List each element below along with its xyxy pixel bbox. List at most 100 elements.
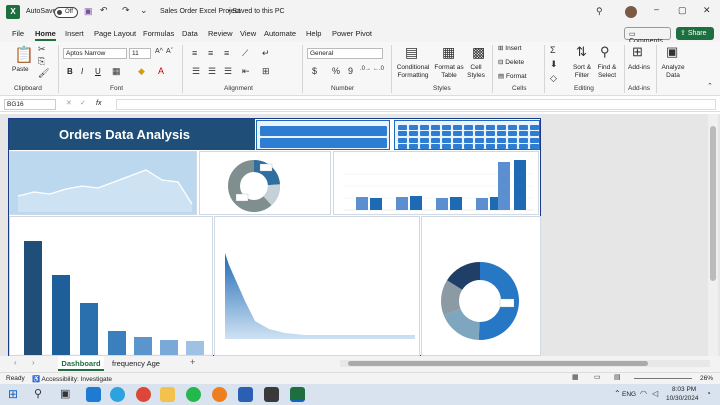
slicer-button[interactable] — [530, 137, 539, 143]
slicer-grid[interactable] — [394, 120, 540, 150]
slicer-button[interactable] — [497, 131, 506, 137]
slicer-button[interactable] — [508, 137, 517, 143]
confirm-entry-icon[interactable]: ✓ — [80, 99, 86, 107]
word-icon[interactable] — [238, 387, 253, 402]
sheet-tab-dashboard[interactable]: Dashboard — [58, 356, 104, 371]
slicer-button[interactable] — [497, 143, 506, 149]
language-indicator[interactable]: ENG — [622, 391, 636, 398]
tab-home[interactable]: Home — [35, 29, 56, 41]
slicer-button[interactable] — [431, 143, 440, 149]
search-icon[interactable]: ⚲ — [596, 6, 603, 17]
tab-power-pivot[interactable]: Power Pivot — [332, 29, 372, 38]
formula-input[interactable] — [116, 99, 716, 110]
align-left-icon[interactable]: ☰ — [192, 66, 200, 77]
slicer-button[interactable] — [409, 125, 418, 130]
vertical-scrollbar[interactable] — [708, 114, 718, 356]
file-explorer-icon[interactable] — [160, 387, 175, 402]
wifi-icon[interactable]: ◠ — [640, 389, 647, 398]
slicer-button[interactable] — [398, 125, 407, 130]
slicer-button[interactable] — [508, 143, 517, 149]
autosum-icon[interactable]: Σ — [550, 45, 556, 55]
comments-button[interactable]: ▭ Comments — [624, 27, 671, 45]
add-sheet-icon[interactable]: + — [190, 357, 195, 367]
close-icon[interactable]: ✕ — [703, 5, 711, 16]
insert-cells-button[interactable]: ⊞ Insert — [498, 45, 522, 53]
slicer-button[interactable] — [398, 143, 407, 149]
normal-view-icon[interactable]: ▦ — [572, 373, 579, 381]
tab-automate[interactable]: Automate — [264, 29, 296, 38]
slicer-button[interactable] — [409, 137, 418, 143]
align-right-icon[interactable]: ☰ — [224, 66, 232, 77]
find-select-button[interactable]: Find & Select — [595, 64, 619, 80]
slicer-button[interactable] — [475, 143, 484, 149]
conditional-formatting-icon[interactable]: ▤ — [405, 44, 418, 61]
slicer-button[interactable] — [519, 137, 528, 143]
tab-file[interactable]: File — [12, 29, 24, 38]
slicer-button[interactable] — [464, 143, 473, 149]
slicer-button[interactable] — [431, 137, 440, 143]
slicer-button[interactable] — [453, 131, 462, 137]
firefox-icon[interactable] — [212, 387, 227, 402]
slicer-button[interactable] — [464, 125, 473, 130]
format-as-table-icon[interactable]: ▦ — [442, 44, 455, 61]
wrap-text-icon[interactable]: ↵ — [262, 48, 270, 59]
maximize-icon[interactable]: ▢ — [678, 5, 687, 16]
orientation-icon[interactable]: ⟋ — [242, 48, 248, 59]
align-center-icon[interactable]: ☰ — [208, 66, 216, 77]
analyze-data-icon[interactable]: ▣ — [666, 44, 678, 60]
sort-filter-icon[interactable]: ⇅ — [576, 44, 587, 60]
indent-icon[interactable]: ⇤ — [242, 66, 250, 77]
slicer-button[interactable] — [431, 131, 440, 137]
slicer-button[interactable] — [497, 125, 506, 130]
slicer-button[interactable] — [409, 143, 418, 149]
currency-icon[interactable]: $ — [312, 66, 317, 76]
cell-styles-icon[interactable]: ▩ — [472, 44, 485, 61]
font-name-select[interactable]: Aptos Narrow — [63, 48, 127, 59]
taskbar-search-icon[interactable]: ⚲ — [34, 387, 42, 400]
decimal-decrease-icon[interactable]: ←.0 — [373, 66, 384, 72]
minimize-icon[interactable]: – — [654, 4, 659, 14]
next-sheet-icon[interactable]: › — [32, 358, 35, 367]
tab-data[interactable]: Data — [182, 29, 198, 38]
slicer-button[interactable] — [508, 131, 517, 137]
slicer-button[interactable] — [442, 143, 451, 149]
redo-icon[interactable]: ↷ — [122, 5, 130, 16]
number-format-select[interactable]: General — [307, 48, 383, 59]
slicer-button[interactable] — [420, 131, 429, 137]
avatar[interactable] — [625, 6, 637, 18]
clear-icon[interactable]: ◇ — [550, 73, 557, 84]
ribbon-collapse-icon[interactable]: ⌃ — [707, 82, 713, 90]
slicer-button[interactable] — [453, 125, 462, 130]
slicer-button[interactable] — [420, 125, 429, 130]
paste-icon[interactable]: 📋 — [14, 45, 34, 65]
slicer-button[interactable] — [453, 137, 462, 143]
undo-icon[interactable]: ↶ — [100, 5, 108, 16]
slicer-button[interactable] — [530, 131, 539, 137]
slicer-button[interactable] — [409, 131, 418, 137]
slicer-button[interactable] — [442, 125, 451, 130]
decrease-font-icon[interactable]: Aˇ — [166, 48, 173, 55]
slicer-button[interactable] — [464, 137, 473, 143]
slicer-button[interactable] — [431, 125, 440, 130]
slicer-button[interactable] — [530, 143, 539, 149]
cell-styles-button[interactable]: Cell Styles — [466, 64, 486, 80]
format-cells-button[interactable]: ▤ Format — [498, 73, 527, 81]
volume-icon[interactable]: ◁ — [652, 389, 658, 398]
notification-icon[interactable]: ◔ — [706, 389, 711, 398]
share-button[interactable]: ⇪ Share — [676, 27, 714, 40]
slicer-button[interactable] — [464, 131, 473, 137]
find-select-icon[interactable]: ⚲ — [600, 44, 610, 60]
tab-view[interactable]: View — [240, 29, 256, 38]
accessibility-status[interactable]: ♿ Accessibility: Investigate — [32, 375, 112, 383]
slicer-button[interactable] — [475, 137, 484, 143]
conditional-formatting-button[interactable]: Conditional Formatting — [395, 64, 431, 80]
delete-cells-button[interactable]: ⊟ Delete — [498, 59, 524, 67]
slicer-button[interactable] — [497, 137, 506, 143]
page-layout-view-icon[interactable]: ▭ — [594, 373, 601, 381]
zoom-slider[interactable] — [634, 378, 692, 379]
prev-sheet-icon[interactable]: ‹ — [14, 358, 17, 367]
font-color-icon[interactable]: A — [158, 66, 164, 76]
excel-taskbar-icon[interactable] — [290, 387, 305, 402]
save-icon[interactable]: ▣ — [84, 6, 93, 17]
align-middle-icon[interactable]: ≡ — [208, 48, 213, 58]
